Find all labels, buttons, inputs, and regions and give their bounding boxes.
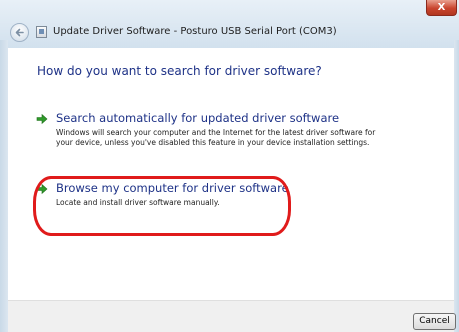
option-title: Search automatically for updated driver …: [56, 111, 340, 125]
close-icon: X: [437, 2, 446, 13]
close-button[interactable]: X: [426, 0, 457, 16]
dialog-footer: [8, 300, 454, 332]
back-arrow-icon: [15, 28, 24, 37]
option-description: Windows will search your computer and th…: [56, 128, 376, 147]
window-title: Update Driver Software - Posturo USB Ser…: [53, 26, 337, 37]
driver-icon: [36, 26, 47, 38]
window-title-bar: [0, 0, 459, 48]
window-frame-right: [454, 40, 459, 332]
back-button[interactable]: [10, 23, 29, 42]
window-frame-left: [0, 40, 8, 332]
green-arrow-icon: [36, 113, 48, 125]
red-highlight-ellipse: [33, 176, 291, 236]
content-panel: How do you want to search for driver sof…: [8, 48, 454, 300]
cancel-button[interactable]: Cancel: [413, 313, 456, 330]
page-heading: How do you want to search for driver sof…: [37, 64, 322, 78]
